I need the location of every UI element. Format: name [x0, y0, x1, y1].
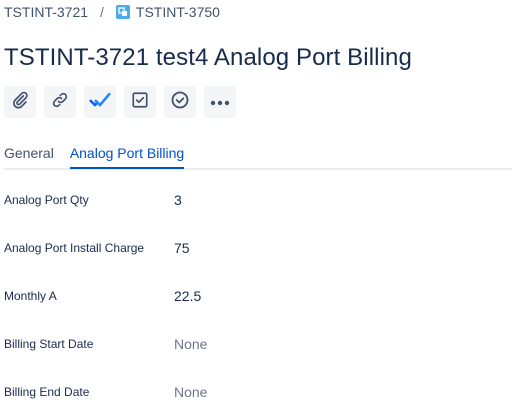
breadcrumb: TSTINT-3721 / TSTINT-3750 [4, 2, 220, 22]
breadcrumb-separator: / [100, 4, 104, 20]
tab-analog-port-billing[interactable]: Analog Port Billing [69, 142, 185, 169]
checklist-button[interactable] [124, 86, 156, 118]
more-actions-button[interactable] [204, 86, 236, 118]
breadcrumb-current-link[interactable]: TSTINT-3750 [136, 4, 220, 20]
field-row-monthly-a: Monthly A 22.5 [4, 276, 504, 316]
issue-toolbar [4, 86, 236, 118]
check-circle-icon [170, 90, 190, 115]
approvals-button[interactable] [84, 86, 116, 118]
field-row-analog-port-install-charge: Analog Port Install Charge 75 [4, 228, 504, 268]
page-title: TSTINT-3721 test4 Analog Port Billing [4, 44, 412, 71]
breadcrumb-parent-link[interactable]: TSTINT-3721 [4, 4, 88, 20]
more-icon [210, 93, 230, 111]
field-label: Billing Start Date [4, 337, 94, 351]
double-check-icon [89, 91, 111, 114]
field-row-billing-end-date: Billing End Date None [4, 372, 504, 412]
field-row-analog-port-qty: Analog Port Qty 3 [4, 180, 504, 220]
field-value-analog-port-qty[interactable]: 3 [168, 188, 188, 212]
attach-button[interactable] [4, 86, 36, 118]
field-value-analog-port-install-charge[interactable]: 75 [168, 236, 196, 260]
field-label: Analog Port Qty [4, 193, 89, 207]
tab-bar: General Analog Port Billing [4, 142, 512, 170]
link-icon [51, 91, 69, 114]
link-issue-button[interactable] [44, 86, 76, 118]
field-value-monthly-a[interactable]: 22.5 [168, 284, 207, 308]
field-label: Monthly A [4, 289, 57, 303]
done-button[interactable] [164, 86, 196, 118]
paperclip-icon [11, 91, 29, 114]
field-row-billing-start-date: Billing Start Date None [4, 324, 504, 364]
field-value-billing-start-date[interactable]: None [168, 332, 213, 356]
field-value-billing-end-date[interactable]: None [168, 380, 213, 404]
field-label: Analog Port Install Charge [4, 241, 145, 255]
field-label: Billing End Date [4, 385, 90, 399]
subtask-icon [115, 5, 130, 19]
tab-general[interactable]: General [4, 142, 54, 167]
checkbox-icon [131, 91, 149, 114]
